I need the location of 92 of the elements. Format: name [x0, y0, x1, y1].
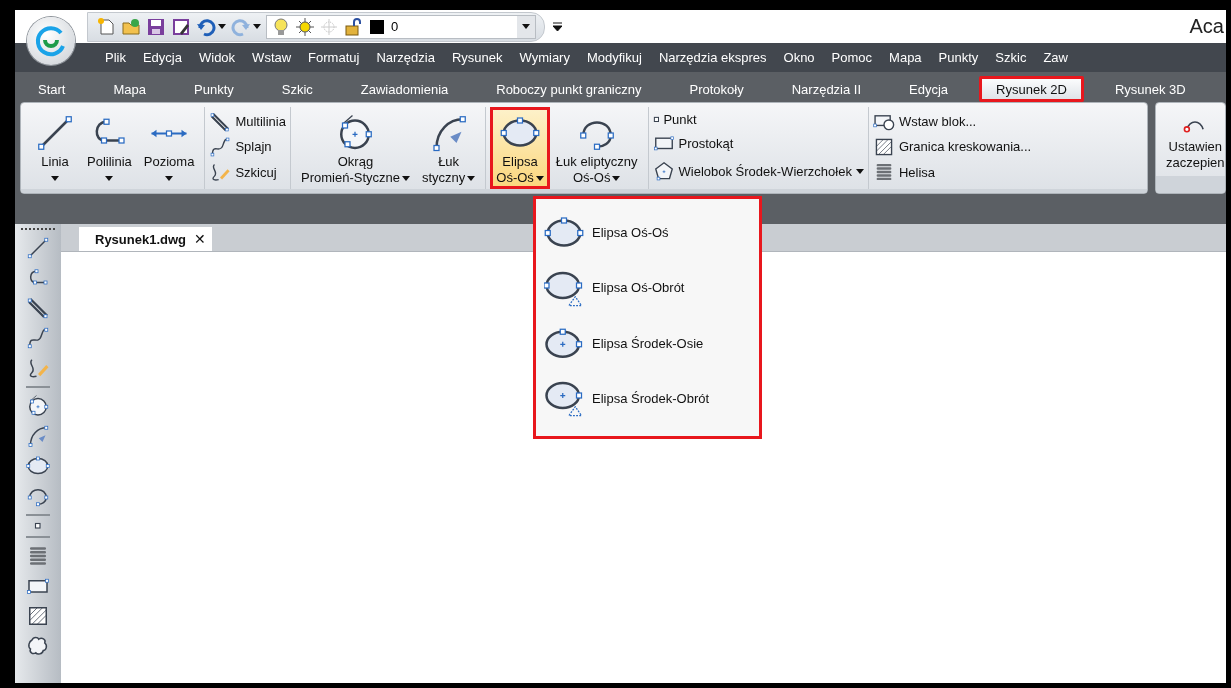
tool-button[interactable]: [26, 296, 50, 320]
tool-button[interactable]: [26, 326, 50, 350]
ribbon-tab[interactable]: Roboczy punkt graniczny: [479, 75, 659, 102]
menu-item[interactable]: Wymiary: [519, 50, 570, 65]
padlock-icon: [343, 16, 363, 37]
new-file-button[interactable]: [96, 16, 116, 37]
menu-item[interactable]: Szkic: [995, 50, 1027, 65]
ribbon-button[interactable]: Okrąg Promień-Styczne: [294, 107, 416, 189]
document-tab-label: Rysunek1.dwg: [95, 231, 187, 247]
save-button[interactable]: [146, 16, 166, 37]
ribbon-tab[interactable]: Szkic: [264, 75, 330, 102]
app-logo[interactable]: [27, 17, 75, 65]
menu-item[interactable]: Pomoc: [831, 50, 873, 65]
line-icon: [26, 236, 50, 260]
menu-item[interactable]: Elipsa Środek-Obrót: [544, 378, 751, 419]
menu-item[interactable]: Formatuj: [308, 50, 360, 65]
arc-icon: [26, 424, 50, 448]
ribbon-button[interactable]: Wielobok Środek-Wierzchołek: [652, 160, 864, 183]
menu-item[interactable]: Zaw: [1043, 50, 1068, 65]
undo-button[interactable]: [196, 16, 226, 37]
line-icon: [35, 113, 75, 153]
ribbon-button[interactable]: Punkt: [652, 111, 864, 127]
new-file-icon: [96, 16, 116, 37]
caret-icon: [522, 24, 530, 29]
sketch-icon: [209, 161, 232, 184]
ribbon-button[interactable]: Linia: [29, 107, 81, 189]
ribbon-tab[interactable]: Rysunek 2D: [979, 76, 1084, 102]
menu-item[interactable]: Widok: [199, 50, 236, 65]
caret-icon: [253, 24, 261, 29]
ribbon-button[interactable]: Elipsa Oś-Oś: [490, 107, 550, 189]
light-bulb-icon: [271, 16, 291, 37]
save-icon: [146, 16, 166, 37]
ribbon-button[interactable]: Granica kreskowania...: [872, 136, 1032, 158]
ribbon-tab[interactable]: Edycja: [892, 75, 966, 102]
ribbon-tab[interactable]: Start: [21, 75, 83, 102]
redo-icon: [231, 16, 251, 37]
layer-dropdown[interactable]: 0: [266, 14, 536, 39]
ribbon-tab[interactable]: Rysunek 3D: [1097, 75, 1203, 102]
sun-icon: [295, 16, 315, 37]
save-as-icon: [171, 16, 191, 37]
point-icon: [34, 522, 42, 530]
menu-item[interactable]: Punkty: [938, 50, 979, 65]
menu-item[interactable]: Edycja: [142, 50, 182, 65]
menu-item[interactable]: Okno: [783, 50, 815, 65]
menu-item[interactable]: Rysunek: [451, 50, 503, 65]
ribbon-button[interactable]: Multilinia: [209, 110, 286, 133]
ribbon-button[interactable]: Pozioma: [137, 107, 201, 189]
ribbon-button[interactable]: Łuk eliptyczny Oś-Oś: [549, 107, 644, 189]
multiline-icon: [209, 110, 232, 133]
ribbon-button[interactable]: Prostokąt: [652, 132, 864, 155]
tool-button[interactable]: [26, 236, 50, 260]
ribbon-tab[interactable]: Zawiadomienia: [343, 75, 466, 102]
menu-item[interactable]: Elipsa Oś-Obrót: [544, 267, 751, 308]
tool-button[interactable]: [26, 394, 50, 418]
menu-item[interactable]: Narzędzia: [376, 50, 435, 65]
spline-icon: [26, 326, 50, 350]
point-icon: [652, 115, 660, 123]
panel-footer: [1156, 176, 1225, 193]
open-folder-button[interactable]: [121, 16, 141, 37]
ribbon-tab[interactable]: Narzędzia II: [774, 75, 879, 102]
menu-item[interactable]: Narzędzia ekspres: [658, 50, 767, 65]
document-tab[interactable]: Rysunek1.dwg ✕: [79, 227, 213, 251]
spline-icon: [209, 136, 232, 158]
ribbon-button[interactable]: Splajn: [209, 136, 286, 158]
tool-button[interactable]: [34, 522, 42, 530]
open-folder-icon: [121, 16, 141, 37]
menu-item[interactable]: Wstaw: [252, 50, 292, 65]
menu-item[interactable]: Plik: [105, 50, 126, 65]
menu-item[interactable]: Elipsa Środek-Osie: [544, 323, 751, 364]
multiline-icon: [26, 296, 50, 320]
polygon-icon: [652, 160, 675, 183]
menu-item[interactable]: Elipsa Oś-Oś: [544, 212, 751, 253]
caret-icon: [218, 24, 226, 29]
tool-button[interactable]: [26, 424, 50, 448]
ribbon-button[interactable]: Ustawien zaczepien: [1160, 107, 1225, 173]
undo-icon: [196, 16, 216, 37]
save-as-button[interactable]: [171, 16, 191, 37]
ribbon-tab[interactable]: Mapa: [96, 75, 163, 102]
menu-item[interactable]: Modyfikuj: [586, 50, 642, 65]
ribbon-button[interactable]: Polilinia: [81, 107, 138, 189]
ribbon-tab[interactable]: Protokoły: [672, 75, 761, 102]
ribbon-button[interactable]: Łuk styczny: [415, 107, 482, 189]
window-title: Aca: [1189, 15, 1224, 38]
close-button[interactable]: ✕: [194, 231, 207, 247]
ribbon-button[interactable]: Wstaw blok...: [872, 110, 1032, 133]
ribbon-button[interactable]: Helisa: [872, 161, 1032, 184]
customize-icon[interactable]: [553, 21, 562, 32]
circle-icon: [26, 394, 50, 418]
menu-item[interactable]: Mapa: [889, 50, 922, 65]
ribbon-tab[interactable]: Punkty: [177, 75, 251, 102]
ribbon-button[interactable]: Szkicuj: [209, 161, 286, 184]
redo-button[interactable]: [231, 16, 261, 37]
